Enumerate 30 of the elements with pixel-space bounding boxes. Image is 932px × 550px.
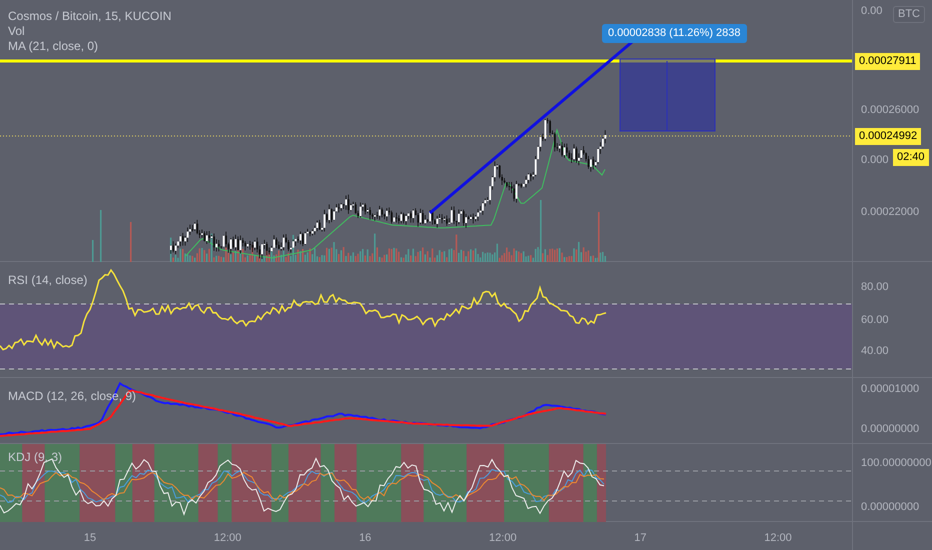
price-label: 02:40 xyxy=(893,149,929,166)
currency-badge[interactable]: BTC xyxy=(893,6,925,23)
axis-tick-label: 80.00 xyxy=(861,282,889,293)
indicator-label: KDJ (9, 3) xyxy=(8,449,62,466)
axis-tick-label: 40.00 xyxy=(861,346,889,357)
axis-tick-label: 0.000 xyxy=(861,155,889,166)
symbol-title: Cosmos / Bitcoin, 15, KUCOIN xyxy=(8,9,172,24)
time-tick-label: 12:00 xyxy=(214,531,242,546)
time-tick-label: 12:00 xyxy=(764,531,792,546)
axis-tick-label: 60.00 xyxy=(861,315,889,326)
axis-tick-label: 0.00000000 xyxy=(861,424,920,435)
indicator-label: MA (21, close, 0) xyxy=(8,39,100,54)
trend-line[interactable] xyxy=(429,40,633,214)
price-range-box[interactable] xyxy=(620,58,716,132)
time-tick-label: 12:00 xyxy=(489,531,517,546)
indicator-label: RSI (14, close) xyxy=(8,272,88,289)
axis-tick-label: 0.00022000 xyxy=(861,207,920,218)
axis-tick-label: 100.00000000 xyxy=(861,458,932,469)
time-tick-label: 15 xyxy=(84,531,96,546)
horizontal-line[interactable] xyxy=(0,60,852,62)
time-tick-label: 16 xyxy=(359,531,372,546)
price-label: 0.00027911 xyxy=(855,53,920,70)
time-tick-label: 17 xyxy=(634,531,647,546)
indicator-label: Vol xyxy=(8,24,26,39)
axis-tick-label: 0.00026000 xyxy=(861,105,920,116)
axis-tick-label: 0.00 xyxy=(861,6,882,17)
measure-label: 0.00002838 (11.26%) 2838 xyxy=(602,24,747,43)
price-label: 0.00024992 xyxy=(855,128,922,145)
axis-tick-label: 0.00000000 xyxy=(861,502,920,513)
axis-tick-label: 0.00001000 xyxy=(861,384,920,395)
